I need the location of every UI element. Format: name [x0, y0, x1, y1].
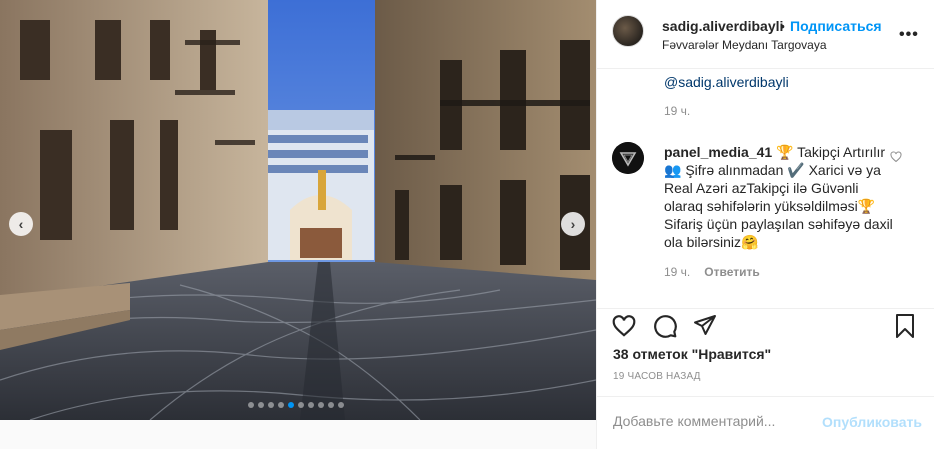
street-photo	[0, 0, 596, 420]
commenter-username[interactable]: panel_media_41	[664, 144, 772, 160]
post-header: sadig.aliverdibayli • Подписаться Fəvvar…	[597, 0, 934, 69]
comments-list: @sadig.aliverdibayli 19 ч. panel_media_4…	[597, 70, 934, 308]
carousel-dot	[328, 402, 334, 408]
post-timestamp[interactable]: 19 ЧАСОВ НАЗАД	[613, 371, 701, 382]
carousel-next-button[interactable]: ›	[561, 212, 585, 236]
previous-comment-mention[interactable]: @sadig.aliverdibayli	[664, 74, 789, 90]
post-sidebar: sadig.aliverdibayli • Подписаться Fəvvar…	[596, 0, 934, 449]
comment-time[interactable]: 19 ч.	[664, 265, 690, 279]
reply-button[interactable]: Ответить	[704, 265, 759, 279]
more-options-icon[interactable]: •••	[899, 26, 919, 44]
like-heart-icon[interactable]	[611, 313, 637, 339]
add-comment-bar: Опубликовать	[597, 396, 934, 449]
comment-input[interactable]	[613, 413, 813, 429]
comment-body: panel_media_41 🏆 Takipçi Artırılır 👥 Şif…	[664, 143, 894, 251]
commenter-avatar[interactable]	[612, 142, 644, 174]
chevron-left-icon: ‹	[18, 216, 24, 232]
carousel-dot	[318, 402, 324, 408]
follow-button[interactable]: Подписаться	[790, 18, 882, 34]
likes-count[interactable]: 38 отметок "Нравится"	[613, 346, 771, 362]
publish-button[interactable]: Опубликовать	[822, 414, 922, 430]
previous-comment-time[interactable]: 19 ч.	[664, 104, 690, 118]
instagram-post: ‹ › sadig.aliverdibayli • Подписаться Fə…	[0, 0, 934, 449]
comment-like-icon[interactable]	[890, 151, 902, 163]
author-username[interactable]: sadig.aliverdibayli	[662, 18, 783, 34]
carousel-prev-button[interactable]: ‹	[9, 212, 33, 236]
share-paper-plane-icon[interactable]	[693, 313, 717, 337]
carousel-dot	[258, 402, 264, 408]
carousel-dot	[268, 402, 274, 408]
post-location[interactable]: Fəvvarələr Meydanı Targovaya	[662, 38, 827, 52]
carousel-indicator	[248, 402, 344, 408]
comment-meta: 19 ч. Ответить	[664, 265, 760, 279]
post-photo[interactable]: ‹ ›	[0, 0, 596, 420]
carousel-dot	[308, 402, 314, 408]
panel-media-logo-icon	[612, 142, 644, 174]
chevron-right-icon: ›	[570, 216, 576, 232]
carousel-dot	[288, 402, 294, 408]
post-actions	[597, 308, 934, 348]
page-background	[0, 420, 596, 449]
header-separator: •	[780, 18, 785, 34]
comment-bubble-icon[interactable]	[652, 313, 678, 339]
carousel-dot	[248, 402, 254, 408]
carousel-dot	[338, 402, 344, 408]
carousel-dot	[278, 402, 284, 408]
carousel-dot	[298, 402, 304, 408]
author-avatar[interactable]	[612, 15, 644, 47]
save-bookmark-icon[interactable]	[893, 313, 917, 339]
